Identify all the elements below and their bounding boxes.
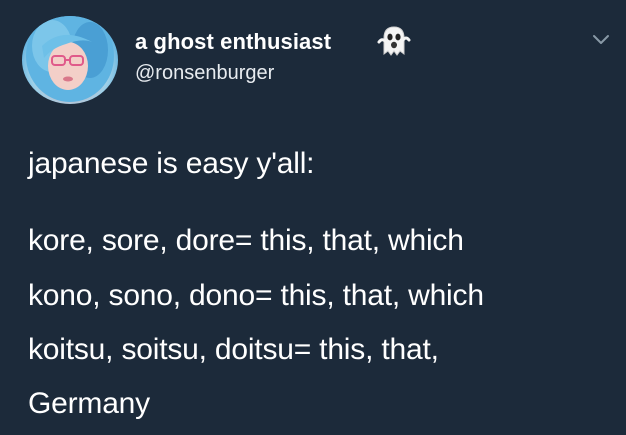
ghost-icon [376, 24, 412, 58]
handle[interactable]: @ronsenburger [135, 62, 274, 85]
tweet-text-line: japanese is easy y'all: [28, 147, 315, 180]
tweet-text-line: Germany [28, 387, 150, 420]
display-name[interactable]: a ghost enthusiast [135, 29, 331, 55]
tweet-text-line: koitsu, soitsu, doitsu= this, that, [28, 333, 439, 366]
tweet-text-line: kore, sore, dore= this, that, which [28, 224, 464, 257]
tweet: a ghost enthusiast @ronsenburger japanes… [0, 0, 626, 435]
chevron-down-icon[interactable] [590, 32, 612, 48]
tweet-text-line: kono, sono, dono= this, that, which [28, 279, 484, 312]
avatar[interactable] [22, 16, 118, 104]
